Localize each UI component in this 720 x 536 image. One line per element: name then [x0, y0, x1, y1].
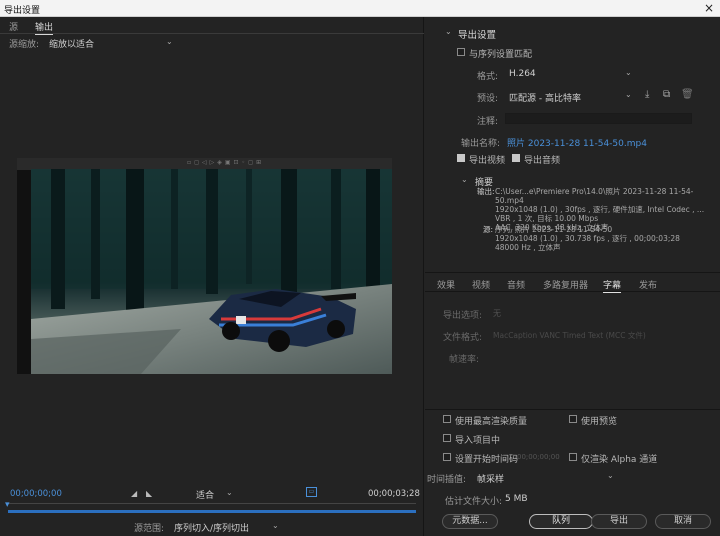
chevron-down-icon[interactable]: ⌄ — [625, 90, 632, 99]
render-alpha-label: 仅渲染 Alpha 通道 — [581, 455, 658, 465]
max-render-quality-label: 使用最高渲染质量 — [455, 417, 528, 427]
summary-source-label: 源: — [483, 225, 494, 234]
timeline-range-bar[interactable] — [8, 510, 416, 513]
export-video-checkbox[interactable] — [457, 154, 465, 162]
queue-button[interactable]: 队列 — [529, 514, 593, 529]
summary-output-line: C:\User...e\Premiere Pro\14.0\照片 2023-11… — [495, 187, 694, 205]
tab-multiplexer[interactable]: 多路复用器 — [543, 278, 588, 291]
close-icon[interactable]: × — [704, 1, 714, 15]
render-alpha-checkbox[interactable] — [569, 453, 577, 461]
rally-car-forest-image — [31, 169, 392, 374]
format-label: 格式: — [477, 72, 499, 82]
playhead-icon[interactable]: ▾ — [5, 500, 10, 510]
match-sequence-checkbox[interactable] — [457, 48, 465, 56]
output-name-link[interactable]: 照片 2023-11-28 11-54-50.mp4 — [507, 136, 647, 149]
est-size-label: 估计文件大小: — [445, 497, 503, 507]
export-audio-checkbox[interactable] — [512, 154, 520, 162]
collapse-icon[interactable]: ⌄ — [461, 175, 468, 184]
set-start-timecode-label: 设置开始时间码 — [455, 455, 519, 465]
tab-audio[interactable]: 音频 — [507, 278, 525, 291]
chevron-down-icon[interactable]: ⌄ — [226, 488, 233, 497]
time-interp-label: 时间插值: — [427, 475, 467, 485]
summary-source: 序列, 照片 2023-11-28 11-54-50 1920x1048 (1.… — [495, 225, 717, 252]
collapse-icon[interactable]: ⌄ — [445, 27, 452, 36]
use-previews-checkbox[interactable] — [569, 415, 577, 423]
export-option-dropdown: 无 — [493, 309, 501, 318]
export-video-label: 导出视频 — [469, 156, 506, 166]
file-format-label: 文件格式: — [443, 333, 483, 343]
tab-source[interactable]: 源 — [9, 20, 18, 33]
cancel-button[interactable]: 取消 — [655, 514, 711, 529]
chevron-down-icon[interactable]: ⌄ — [272, 521, 279, 530]
preset-label: 预设: — [477, 94, 499, 104]
import-preset-icon[interactable]: ⧉ — [663, 89, 670, 100]
set-start-timecode-checkbox[interactable] — [443, 453, 451, 461]
set-in-point-icon[interactable]: ◢ — [131, 489, 137, 498]
delete-preset-icon[interactable]: 🗑 — [681, 89, 694, 100]
format-dropdown[interactable]: H.264 — [509, 69, 536, 79]
start-timecode[interactable]: 00;00;00;00 — [10, 489, 62, 499]
source-scaling-dropdown[interactable]: 缩放以适合 — [49, 37, 94, 50]
chevron-down-icon[interactable]: ⌄ — [625, 68, 632, 77]
match-sequence-label: 与序列设置匹配 — [469, 50, 533, 60]
window-title: 导出设置 — [4, 6, 41, 16]
summary-output-label: 输出: — [477, 187, 495, 196]
source-range-dropdown[interactable]: 序列切入/序列切出 — [174, 521, 249, 534]
preview-image — [31, 169, 392, 374]
section-title: 导出设置 — [458, 30, 497, 41]
divider — [425, 291, 720, 292]
fit-dropdown[interactable]: 适合 — [196, 488, 214, 501]
end-timecode: 00;00;03;28 — [368, 489, 420, 499]
start-timecode-field: 00;00;00;00 — [517, 453, 560, 461]
tab-publish[interactable]: 发布 — [639, 278, 657, 291]
import-project-label: 导入项目中 — [455, 436, 501, 446]
chevron-down-icon[interactable]: ⌄ — [166, 37, 173, 46]
comments-label: 注释: — [477, 117, 499, 127]
est-size-value: 5 MB — [505, 494, 528, 504]
timeline-ruler — [8, 503, 416, 504]
divider — [425, 272, 720, 273]
tab-video[interactable]: 视频 — [472, 278, 490, 291]
set-out-point-icon[interactable]: ◣ — [146, 489, 152, 498]
summary-output-line: VBR , 1 次, 目标 10.00 Mbps — [495, 214, 599, 223]
aspect-ratio-icon[interactable]: ▭ — [306, 487, 317, 497]
chevron-down-icon[interactable]: ⌄ — [607, 471, 614, 480]
summary-source-line: 序列, 照片 2023-11-28 11-54-50 — [495, 225, 613, 234]
export-option-label: 导出选项: — [443, 311, 483, 321]
export-button[interactable]: 导出 — [591, 514, 647, 529]
summary-output-line: 1920x1048 (1.0) , 30fps , 逐行, 硬件加速, Inte… — [495, 205, 705, 214]
window-titlebar: 导出设置 × — [0, 0, 720, 17]
summary-source-line: 48000 Hz , 立体声 — [495, 243, 561, 252]
file-format-dropdown: MacCaption VANC Timed Text (MCC 文件) — [493, 331, 646, 340]
import-project-checkbox[interactable] — [443, 434, 451, 442]
save-preset-icon[interactable]: ⤓ — [645, 89, 649, 100]
preview-toolbar-icons: ▫◻◁▷◈▣⊡◦◻⊞ — [187, 159, 265, 166]
metadata-button[interactable]: 元数据... — [442, 514, 498, 529]
preset-dropdown[interactable]: 匹配源 - 高比特率 — [509, 91, 581, 104]
tab-effects[interactable]: 效果 — [437, 278, 455, 291]
use-previews-label: 使用预览 — [581, 417, 618, 427]
output-name-label: 输出名称: — [461, 139, 501, 149]
comments-input[interactable] — [505, 113, 692, 124]
frame-rate-label: 帧速率: — [449, 355, 480, 365]
source-scaling-label: 源缩放: — [9, 40, 40, 50]
export-audio-label: 导出音频 — [524, 156, 561, 166]
max-render-quality-checkbox[interactable] — [443, 415, 451, 423]
time-interp-dropdown[interactable]: 帧采样 — [477, 472, 504, 485]
tab-divider — [0, 33, 424, 34]
divider — [425, 409, 720, 410]
summary-source-line: 1920x1048 (1.0) , 30.738 fps , 逐行 , 00;0… — [495, 234, 680, 243]
source-range-label: 源范围: — [134, 524, 165, 534]
export-settings-panel: ⌄ 导出设置 与序列设置匹配 格式: H.264 ⌄ 预设: 匹配源 - 高比特… — [425, 17, 720, 536]
